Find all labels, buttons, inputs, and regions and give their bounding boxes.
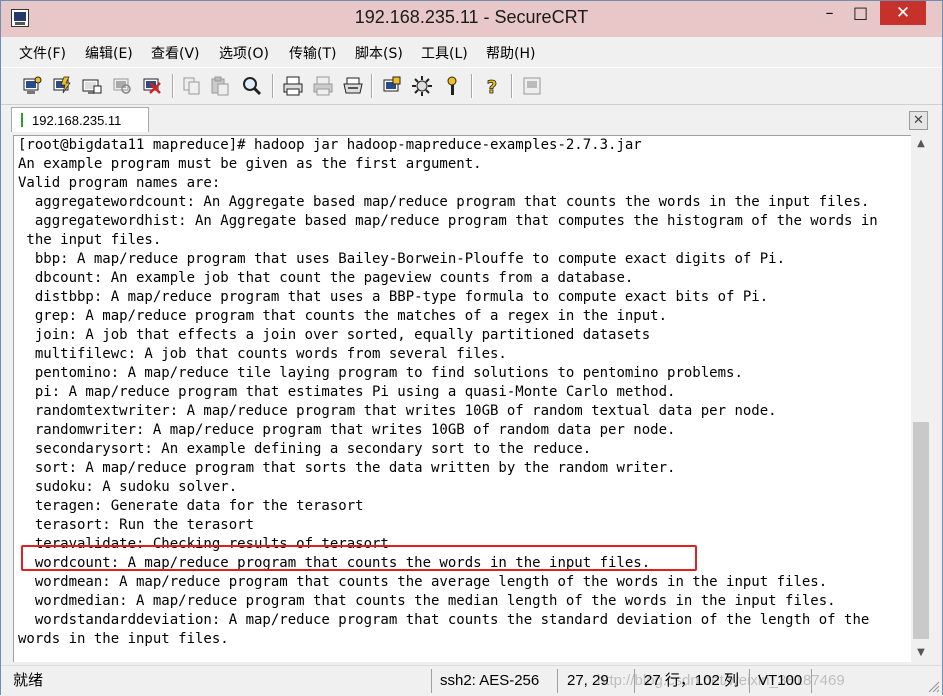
status-separator [431,669,432,693]
terminal-line: wordmedian: A map/reduce program that co… [18,593,836,609]
terminal-line: aggregatewordcount: An Aggregate based m… [18,194,870,210]
maximize-icon[interactable]: □ [846,1,875,25]
connect-icon[interactable] [21,75,43,97]
terminal-line: bbp: A map/reduce program that uses Bail… [18,251,786,267]
terminal-line: Valid program names are: [18,175,221,191]
terminal-line: the input files. [18,232,162,248]
toolbar-separator [371,74,373,98]
terminal-line: grep: A map/reduce program that counts t… [18,308,668,324]
vertical-scrollbar[interactable]: ▲ ▼ [911,135,931,662]
status-ready: 就绪 [13,672,44,689]
menu-file[interactable]: 文件(F) [19,43,66,63]
terminal-line: An example program must be given as the … [18,156,482,172]
menu-transfer[interactable]: 传输(T) [289,43,336,63]
menu-view[interactable]: 查看(V) [151,43,200,63]
window-title: 192.168.235.11 - SecureCRT [354,7,589,27]
status-separator [557,669,558,693]
terminal-line: wordstandarddeviation: A map/reduce prog… [18,612,870,628]
minimize-icon[interactable]: – [815,1,844,25]
wordcount-highlight-box [21,545,697,571]
keymap-icon[interactable] [441,75,463,97]
terminal-line: terasort: Run the terasort [18,517,255,533]
terminal-line: dbcount: An example job that count the p… [18,270,634,286]
title-bar[interactable]: 192.168.235.11 - SecureCRT – □ ✕ [1,1,942,37]
terminal-line: sudoku: A sudoku solver. [18,479,238,495]
status-cipher: ssh2: AES-256 [440,672,540,689]
menu-tools[interactable]: 工具(L) [421,43,468,63]
scroll-down-icon[interactable]: ▼ [911,644,931,662]
status-cursor: 27, 29 [567,672,609,689]
session-options-icon[interactable] [381,75,403,97]
securecrt-window: 192.168.235.11 - SecureCRT – □ ✕ 文件(F) 编… [0,0,943,696]
terminal-line: join: A job that effects a join over sor… [18,327,651,343]
session-tab-bar: 192.168.235.11 ✕ [1,105,942,133]
status-bar: 就绪 http://blog.csdn.net/weixin_38187469 … [1,665,942,696]
close-icon[interactable]: ✕ [880,1,926,25]
terminal-line: wordmean: A map/reduce program that coun… [18,574,828,590]
svg-text:?: ? [487,77,497,97]
print-selection-icon[interactable] [312,75,334,97]
toolbar-separator [511,74,513,98]
toolbar: ? [1,67,942,105]
status-rows-cols: 27 行，102 列 [644,672,740,689]
session-tab-label: 192.168.235.11 [32,113,122,128]
find-icon[interactable] [241,75,263,97]
toolbar-separator [471,74,473,98]
status-separator [749,669,750,693]
terminal-line: pentomino: A map/reduce tile laying prog… [18,365,743,381]
status-separator [811,669,812,693]
log-icon[interactable] [521,75,543,97]
print-icon[interactable] [282,75,304,97]
toolbar-separator [172,74,174,98]
menu-edit[interactable]: 编辑(E) [85,43,133,63]
terminal-line: [root@bigdata11 mapreduce]# hadoop jar h… [18,137,642,153]
reconnect-icon[interactable] [111,75,133,97]
terminal-output[interactable]: [root@bigdata11 mapreduce]# hadoop jar h… [13,135,911,662]
help-icon[interactable]: ? [481,75,503,99]
terminal-line: teragen: Generate data for the terasort [18,498,364,514]
toolbar-separator [272,74,274,98]
tab-connected-indicator [21,113,23,127]
paste-icon[interactable] [209,75,231,97]
terminal-line: randomtextwriter: A map/reduce program t… [18,403,777,419]
scroll-up-icon[interactable]: ▲ [911,135,931,153]
print-setup-icon[interactable] [342,75,364,97]
quick-connect-icon[interactable] [51,75,73,97]
terminal-line: pi: A map/reduce program that estimates … [18,384,676,400]
terminal-line: sort: A map/reduce program that sorts th… [18,460,676,476]
menu-options[interactable]: 选项(O) [219,43,269,63]
copy-icon[interactable] [181,75,203,97]
status-terminal-type: VT100 [758,672,803,689]
terminal-line: distbbp: A map/reduce program that uses … [18,289,769,305]
session-tab[interactable]: 192.168.235.11 [11,107,149,132]
status-separator [634,669,635,693]
connect-in-tab-icon[interactable] [81,75,103,97]
terminal-line: words in the input files. [18,631,229,647]
terminal-line: multifilewc: A job that counts words fro… [18,346,507,362]
menu-script[interactable]: 脚本(S) [355,43,403,63]
scrollbar-thumb[interactable] [913,422,929,639]
terminal-line: aggregatewordhist: An Aggregate based ma… [18,213,878,229]
disconnect-icon[interactable] [141,75,163,97]
close-tab-icon[interactable]: ✕ [909,111,928,130]
menu-bar: 文件(F) 编辑(E) 查看(V) 选项(O) 传输(T) 脚本(S) 工具(L… [1,38,942,66]
menu-help[interactable]: 帮助(H) [486,43,535,63]
global-options-icon[interactable] [411,75,433,97]
resize-grip-icon[interactable] [926,679,940,693]
terminal-line: secondarysort: An example defining a sec… [18,441,592,457]
terminal-line: randomwriter: A map/reduce program that … [18,422,676,438]
